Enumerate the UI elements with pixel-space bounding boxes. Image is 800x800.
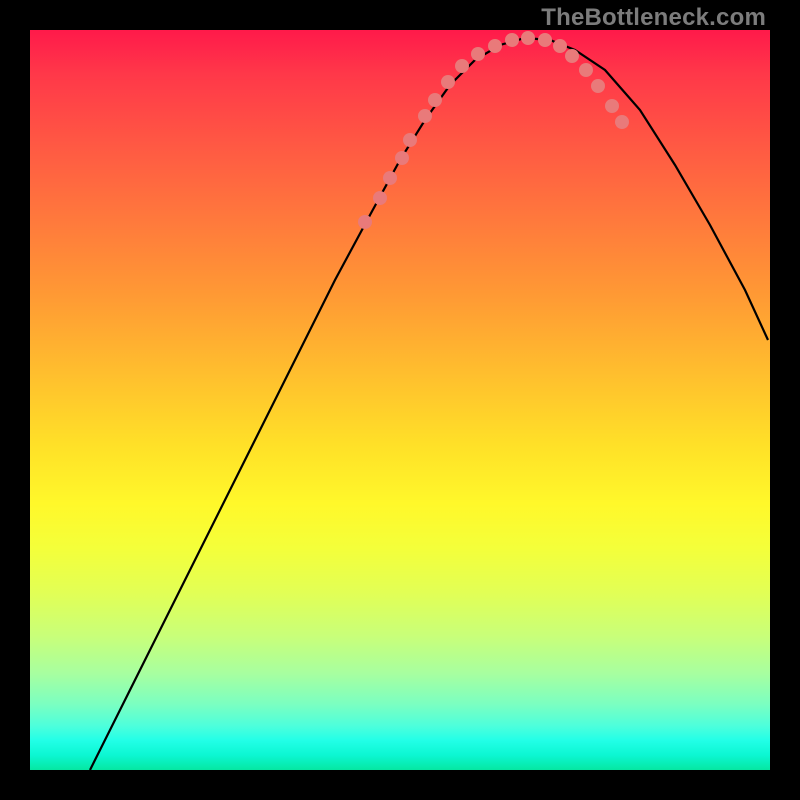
watermark-text: TheBottleneck.com (541, 4, 766, 32)
marker-dot (505, 33, 519, 47)
curve-path (90, 38, 768, 770)
marker-dot (565, 49, 579, 63)
marker-dot (418, 109, 432, 123)
marker-dot (605, 99, 619, 113)
marker-dot (615, 115, 629, 129)
marker-dot (395, 151, 409, 165)
marker-dot (591, 79, 605, 93)
marker-dot (538, 33, 552, 47)
marker-dot (373, 191, 387, 205)
marker-dot (579, 63, 593, 77)
marker-dot (441, 75, 455, 89)
marker-dot (455, 59, 469, 73)
marker-dot (471, 47, 485, 61)
chart-svg (30, 30, 770, 770)
marker-dot (553, 39, 567, 53)
marker-dot (403, 133, 417, 147)
marker-dot (428, 93, 442, 107)
marker-dot (521, 31, 535, 45)
marker-dot (383, 171, 397, 185)
marker-dot (358, 215, 372, 229)
marker-dot (488, 39, 502, 53)
marker-group (358, 31, 629, 229)
